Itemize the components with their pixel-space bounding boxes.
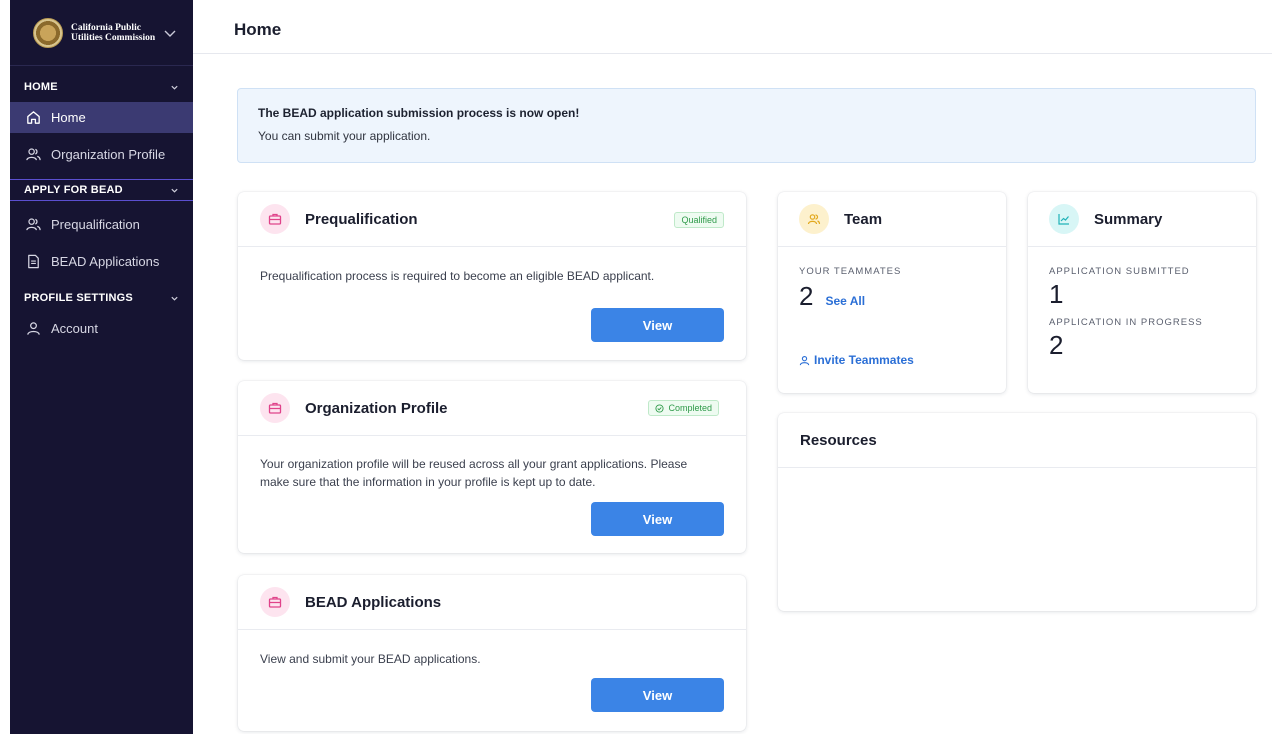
sidebar-item-label: Account: [51, 321, 98, 336]
card-description: Prequalification process is required to …: [260, 269, 655, 283]
briefcase-icon: [260, 587, 290, 617]
sidebar-item-organization-profile[interactable]: Organization Profile: [10, 139, 193, 170]
see-all-link[interactable]: See All: [825, 294, 865, 308]
card-header: Resources: [778, 413, 1256, 468]
sidebar-item-prequalification[interactable]: Prequalification: [10, 209, 193, 240]
bead-applications-card: BEAD Applications View and submit your B…: [238, 575, 746, 731]
badge-label: Qualified: [681, 215, 717, 225]
chevron-down-icon: [171, 85, 178, 90]
users-icon: [799, 204, 829, 234]
card-header: Prequalification Qualified: [238, 192, 746, 247]
card-header: Team: [778, 192, 1006, 247]
teammates-block: YOUR TEAMMATES 2 See All: [778, 247, 1006, 312]
teammates-row: 2 See All: [799, 281, 1006, 312]
chevron-down-icon: [171, 296, 178, 301]
sidebar-item-label: BEAD Applications: [51, 254, 160, 269]
summary-stats: APPLICATION SUBMITTED 1 APPLICATION IN P…: [1028, 247, 1256, 359]
card-description: View and submit your BEAD applications.: [260, 652, 481, 666]
team-card: Team YOUR TEAMMATES 2 See All Invite Tea…: [778, 192, 1006, 393]
announcement-banner: The BEAD application submission process …: [237, 88, 1256, 163]
invite-label: Invite Teammates: [814, 353, 914, 367]
section-label: APPLY FOR BEAD: [24, 184, 123, 196]
briefcase-icon: [260, 204, 290, 234]
sidebar: California Public Utilities Commission H…: [10, 0, 193, 734]
sidebar-item-home[interactable]: Home: [10, 102, 193, 133]
in-progress-label: APPLICATION IN PROGRESS: [1049, 317, 1203, 328]
submitted-label: APPLICATION SUBMITTED: [1049, 266, 1190, 277]
home-icon: [27, 111, 40, 124]
sidebar-item-label: Home: [51, 110, 86, 125]
document-icon: [28, 254, 39, 269]
brand-name: California Public Utilities Commission: [71, 22, 156, 43]
top-bar: Home: [193, 0, 1272, 54]
badge-label: Completed: [668, 403, 712, 413]
in-progress-count: 2: [1049, 330, 1064, 360]
submitted-count: 1: [1049, 279, 1064, 309]
card-description: Your organization profile will be reused…: [260, 457, 688, 489]
card-header: Summary: [1028, 192, 1256, 247]
bead-applications-view-button[interactable]: View: [591, 678, 724, 712]
teammates-count: 2: [799, 281, 814, 311]
section-profile-settings[interactable]: PROFILE SETTINGS: [10, 283, 193, 313]
sidebar-item-label: Prequalification: [51, 217, 140, 232]
prequalification-card: Prequalification Qualified Prequalificat…: [238, 192, 746, 360]
organization-profile-view-button[interactable]: View: [591, 502, 724, 536]
card-header: Organization Profile Completed: [238, 381, 746, 436]
status-badge: Completed: [648, 400, 719, 416]
card-header: BEAD Applications: [238, 575, 746, 630]
sidebar-item-bead-applications[interactable]: BEAD Applications: [10, 246, 193, 277]
card-title: Summary: [1094, 210, 1163, 228]
organization-profile-card: Organization Profile Completed Your orga…: [238, 381, 746, 553]
section-apply-for-bead[interactable]: APPLY FOR BEAD: [10, 179, 193, 201]
brand-switcher[interactable]: California Public Utilities Commission: [10, 0, 193, 66]
banner-message: You can submit your application.: [258, 129, 431, 143]
status-badge: Qualified: [674, 212, 724, 228]
teammates-label: YOUR TEAMMATES: [799, 266, 902, 277]
briefcase-icon: [260, 393, 290, 423]
card-title: Prequalification: [305, 210, 418, 228]
check-circle-icon: [655, 403, 665, 413]
card-title: BEAD Applications: [305, 593, 442, 611]
card-title: Team: [844, 210, 883, 228]
sidebar-item-label: Organization Profile: [51, 147, 166, 162]
seal-icon: [33, 17, 63, 48]
users-icon: [26, 148, 41, 161]
resources-card: Resources: [778, 413, 1256, 611]
banner-title: The BEAD application submission process …: [258, 106, 580, 120]
chevron-down-icon[interactable]: [163, 26, 177, 40]
section-label: HOME: [24, 81, 58, 93]
chevron-down-icon: [171, 188, 178, 193]
user-icon: [27, 322, 40, 335]
user-icon: [799, 355, 810, 365]
section-label: PROFILE SETTINGS: [24, 292, 133, 304]
chart-line-icon: [1049, 204, 1079, 234]
prequalification-view-button[interactable]: View: [591, 308, 724, 342]
sidebar-item-account[interactable]: Account: [10, 313, 193, 344]
card-title: Resources: [800, 431, 877, 449]
page-title: Home: [234, 20, 282, 39]
card-title: Organization Profile: [305, 399, 448, 417]
users-icon: [26, 218, 41, 231]
summary-card: Summary APPLICATION SUBMITTED 1 APPLICAT…: [1028, 192, 1256, 393]
section-home[interactable]: HOME: [10, 72, 193, 102]
invite-teammates-link[interactable]: Invite Teammates: [799, 353, 914, 367]
